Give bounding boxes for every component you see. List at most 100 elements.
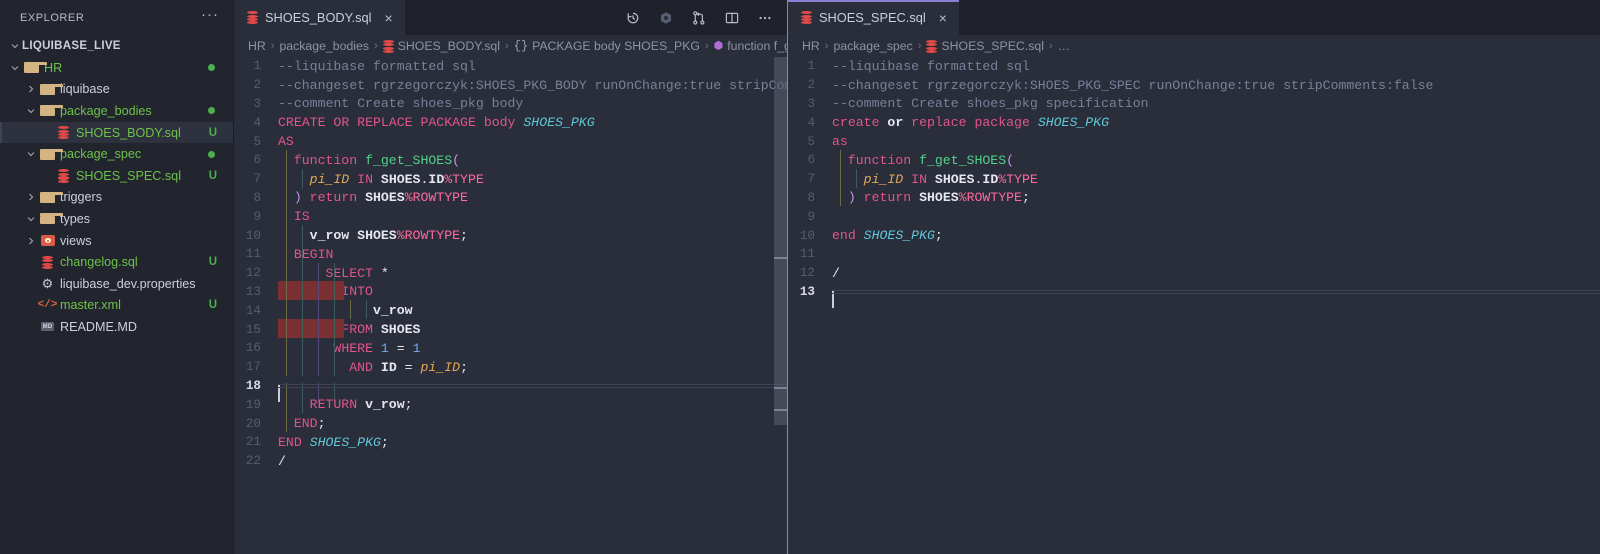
- code-line[interactable]: 5 AS: [234, 132, 787, 151]
- breadcrumb-item[interactable]: …: [1058, 39, 1070, 53]
- code-line[interactable]: 19 RETURN v_row;: [234, 394, 787, 414]
- code-line[interactable]: 1 --liquibase formatted sql: [234, 57, 787, 76]
- indent-guide: [318, 356, 319, 376]
- chevron-right-icon[interactable]: [24, 236, 38, 246]
- breadcrumb-item[interactable]: package_spec: [833, 39, 912, 53]
- code-editor-left[interactable]: 1 --liquibase formatted sql 2 --changeset r…: [234, 57, 787, 554]
- code-line[interactable]: 13: [788, 283, 1600, 308]
- code-line[interactable]: 2 --changeset rgrzegorczyk:SHOES_PKG_SPEC…: [788, 76, 1600, 95]
- tab-shoes-body-sql[interactable]: SHOES_BODY.sql ×: [234, 0, 405, 35]
- code-line[interactable]: 2 --changeset rgrzegorczyk:SHOES_PKG_BODY…: [234, 76, 787, 95]
- line-number: 12: [799, 266, 815, 281]
- code-line[interactable]: 21 END SHOES_PKG;: [234, 433, 787, 452]
- chevron-right-icon[interactable]: [24, 84, 38, 94]
- code-line[interactable]: 9 IS: [234, 206, 787, 226]
- code-line[interactable]: 22 /: [234, 452, 787, 471]
- code-line[interactable]: 3 --comment Create shoes_pkg specificatio…: [788, 95, 1600, 114]
- tree-item-liquibase[interactable]: liquibase: [0, 79, 233, 101]
- line-number: 1: [253, 59, 261, 74]
- code-line[interactable]: 17 AND ID = pi_ID;: [234, 356, 787, 377]
- code-line[interactable]: 6 function f_get_SHOES(: [788, 149, 1600, 170]
- tree-item-views[interactable]: views: [0, 230, 233, 252]
- refresh-icon[interactable]: [657, 9, 674, 26]
- code-line[interactable]: 4 CREATE OR REPLACE PACKAGE body SHOES_PK…: [234, 113, 787, 132]
- breadcrumb-item[interactable]: package_bodies: [279, 39, 369, 53]
- indent-guide: [302, 243, 303, 263]
- breadcrumb-item[interactable]: ⬢ function f_g: [714, 39, 787, 53]
- code-line[interactable]: 10 end SHOES_PKG;: [788, 226, 1600, 245]
- tree-item-hr[interactable]: HR: [0, 57, 233, 79]
- chevron-right-icon[interactable]: [24, 192, 38, 202]
- tree-item-package-bodies[interactable]: package_bodies: [0, 100, 233, 122]
- code-line[interactable]: 11: [788, 245, 1600, 264]
- split-editor-icon[interactable]: [723, 9, 740, 26]
- tree-item-changelog-sql[interactable]: changelog.sql U: [0, 251, 233, 273]
- code-line[interactable]: 4 create or replace package SHOES_PKG: [788, 113, 1600, 132]
- code-line[interactable]: 7 pi_ID IN SHOES.ID%TYPE: [234, 168, 787, 189]
- code-line[interactable]: 6 function f_get_SHOES(: [234, 149, 787, 170]
- indent-guide: [334, 281, 335, 301]
- line-number: 3: [253, 96, 261, 111]
- code-text: ) return SHOES%ROWTYPE: [278, 187, 787, 207]
- code-line[interactable]: 10 v_row SHOES%ROWTYPE;: [234, 225, 787, 245]
- history-icon[interactable]: [624, 9, 641, 26]
- tree-item-triggers[interactable]: triggers: [0, 187, 233, 209]
- chevron-down-icon[interactable]: [24, 214, 38, 224]
- code-line[interactable]: 5 as: [788, 132, 1600, 151]
- breadcrumb-item[interactable]: HR: [248, 39, 266, 53]
- workspace-root[interactable]: LIQUIBASE_LIVE: [0, 35, 233, 57]
- code-line[interactable]: 16 WHERE 1 = 1: [234, 337, 787, 358]
- chevron-down-icon[interactable]: [8, 63, 22, 73]
- explorer-header: EXPLORER ···: [0, 0, 233, 35]
- code-line[interactable]: 20 END;: [234, 413, 787, 433]
- more-actions-icon[interactable]: [756, 9, 773, 26]
- code-text: INTO: [278, 281, 787, 301]
- close-icon[interactable]: ×: [382, 11, 394, 25]
- line-number: 9: [807, 209, 815, 224]
- tree-item-shoes-body-sql[interactable]: SHOES_BODY.sql U: [0, 121, 233, 144]
- tree-item-package-spec[interactable]: package_spec: [0, 143, 233, 165]
- code-line[interactable]: 11 BEGIN: [234, 243, 787, 264]
- chevron-down-icon[interactable]: [24, 106, 38, 116]
- tree-item-master-xml[interactable]: </> master.xml U: [0, 295, 233, 317]
- code-line[interactable]: 7 pi_ID IN SHOES.ID%TYPE: [788, 168, 1600, 189]
- database-icon: [42, 255, 53, 270]
- line-number: 13: [799, 284, 815, 299]
- code-line[interactable]: 12 SELECT *: [234, 262, 787, 283]
- tab-shoes-spec-sql[interactable]: SHOES_SPEC.sql ×: [788, 0, 959, 35]
- code-line[interactable]: 14 v_row: [234, 300, 787, 320]
- code-line[interactable]: 3 --comment Create shoes_pkg body: [234, 95, 787, 114]
- tree-item-readme-md[interactable]: MD README.MD: [0, 316, 233, 338]
- tree-item-label: triggers: [60, 190, 102, 205]
- indent-guide: [286, 225, 287, 245]
- tree-item-liquibase-dev-properties[interactable]: ⚙ liquibase_dev.properties: [0, 273, 233, 295]
- chevron-down-icon[interactable]: [24, 149, 38, 159]
- git-status-dot: [208, 107, 215, 115]
- code-text: /: [278, 453, 286, 469]
- tree-item-shoes-spec-sql[interactable]: SHOES_SPEC.sql U: [0, 165, 233, 187]
- code-line[interactable]: 18: [234, 377, 787, 402]
- tree-item-types[interactable]: types: [0, 208, 233, 230]
- scrollbar-thumb[interactable]: [774, 57, 787, 425]
- breadcrumb-label: package_spec: [833, 39, 913, 53]
- source-control-icon[interactable]: [690, 9, 707, 26]
- breadcrumb-item[interactable]: SHOES_BODY.sql: [382, 39, 500, 53]
- breadcrumb-item[interactable]: SHOES_SPEC.sql: [926, 39, 1044, 53]
- code-text: --liquibase formatted sql: [832, 58, 1030, 74]
- code-line[interactable]: 12 /: [788, 264, 1600, 283]
- close-icon[interactable]: ×: [937, 11, 949, 25]
- overview-ruler-mark: [774, 257, 787, 259]
- breadcrumb-item[interactable]: {} PACKAGE body SHOES_PKG: [514, 39, 700, 53]
- editor-scrollbar-left[interactable]: [774, 57, 787, 554]
- folder-icon: [40, 83, 63, 95]
- code-line[interactable]: 8 ) return SHOES%ROWTYPE: [234, 187, 787, 208]
- indent-guide: [318, 281, 319, 301]
- breadcrumb-item[interactable]: HR: [802, 39, 820, 53]
- code-line[interactable]: 13 INTO: [234, 281, 787, 302]
- code-line[interactable]: 8 ) return SHOES%ROWTYPE;: [788, 187, 1600, 208]
- code-line[interactable]: 1 --liquibase formatted sql: [788, 57, 1600, 76]
- code-editor-right[interactable]: 1 --liquibase formatted sql 2 --changeset r…: [788, 57, 1600, 554]
- more-actions-icon[interactable]: ···: [201, 7, 219, 24]
- code-line[interactable]: 15 FROM SHOES: [234, 319, 787, 339]
- code-line[interactable]: 9: [788, 207, 1600, 226]
